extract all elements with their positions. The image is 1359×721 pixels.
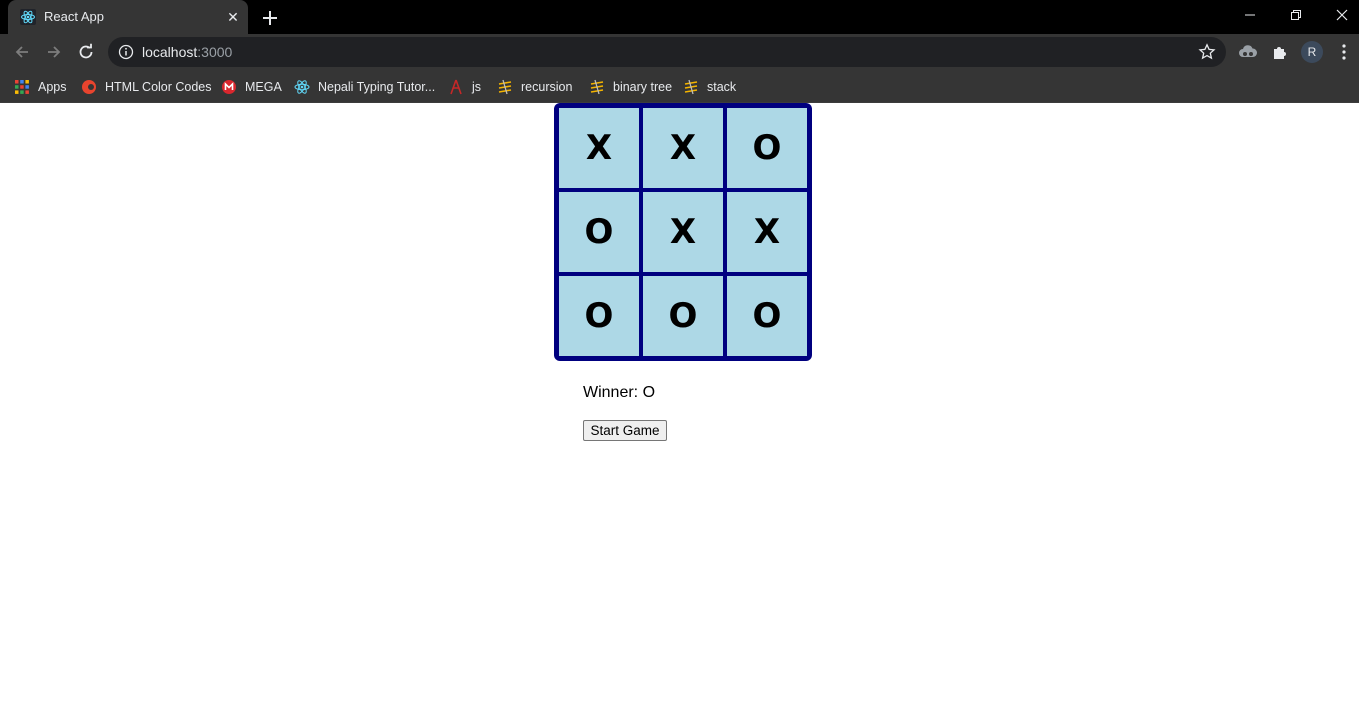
- url-host: localhost: [142, 44, 198, 60]
- address-bar[interactable]: localhost:3000: [108, 37, 1226, 67]
- board-cell-6[interactable]: X: [727, 192, 807, 272]
- bookmark-html-color-codes[interactable]: HTML Color Codes: [81, 76, 212, 98]
- bookmark-label: stack: [707, 80, 737, 94]
- html-color-codes-icon: [82, 80, 96, 94]
- browser-toolbar: localhost:3000 R: [0, 34, 1359, 70]
- board-cell-8[interactable]: O: [643, 276, 723, 356]
- minimize-window-button[interactable]: [1227, 0, 1273, 30]
- bookmark-label: Nepali Typing Tutor...: [318, 80, 436, 94]
- bookmark-binary-tree[interactable]: binary tree: [589, 76, 672, 98]
- board-cell-9[interactable]: O: [727, 276, 807, 356]
- board-cell-5[interactable]: X: [643, 192, 723, 272]
- game-status: Winner: O: [583, 384, 656, 401]
- bookmark-apps[interactable]: Apps: [14, 76, 67, 98]
- close-icon: [1336, 9, 1348, 21]
- bookmark-mega[interactable]: MEGA: [221, 76, 282, 98]
- board-cell-2[interactable]: X: [643, 108, 723, 188]
- profile-avatar[interactable]: R: [1301, 41, 1323, 63]
- bookmark-label: recursion: [521, 80, 573, 94]
- reload-button[interactable]: [74, 40, 98, 64]
- minimize-icon: [1245, 14, 1255, 16]
- arrow-right-icon: [48, 46, 61, 58]
- bookmark-site-icon: [684, 79, 698, 95]
- reload-icon: [79, 43, 93, 59]
- forward-button[interactable]: [42, 40, 66, 64]
- close-window-button[interactable]: [1319, 0, 1359, 30]
- js-icon: [450, 79, 462, 95]
- tab-title: React App: [44, 9, 104, 24]
- back-button[interactable]: [10, 40, 34, 64]
- bookmark-label: js: [472, 80, 482, 94]
- bookmark-site-icon: [590, 79, 604, 95]
- page-content: X X O O X X O O O Winner: O Start Game: [0, 103, 1359, 721]
- close-tab-icon[interactable]: ✕: [225, 9, 241, 25]
- game-board: X X O O X X O O O: [554, 103, 812, 361]
- board-cell-7[interactable]: O: [559, 276, 639, 356]
- bookmark-js[interactable]: js: [448, 76, 481, 98]
- restore-icon: [1291, 10, 1301, 20]
- new-tab-icon[interactable]: [259, 7, 281, 29]
- board-cell-3[interactable]: O: [727, 108, 807, 188]
- bookmark-nepali-typing-tutor[interactable]: Nepali Typing Tutor...: [294, 76, 435, 98]
- arrow-left-icon: [15, 46, 28, 58]
- bookmarks-bar: Apps HTML Color Codes MEGA Nepali Typing…: [0, 70, 1359, 103]
- extension-cloud-icon[interactable]: [1238, 42, 1258, 62]
- bookmark-stack[interactable]: stack: [683, 76, 736, 98]
- react-logo-icon: [20, 9, 36, 25]
- info-icon[interactable]: [118, 44, 134, 60]
- bookmark-site-icon: [498, 79, 512, 95]
- menu-kebab-icon[interactable]: [1334, 42, 1354, 62]
- tab-strip: React App ✕: [0, 0, 1359, 34]
- url-text[interactable]: localhost:3000: [142, 44, 232, 60]
- url-port: :3000: [197, 44, 233, 60]
- board-cell-4[interactable]: O: [559, 192, 639, 272]
- mega-icon: [222, 80, 236, 94]
- bookmark-label: HTML Color Codes: [105, 80, 212, 94]
- extensions-puzzle-icon[interactable]: [1270, 42, 1290, 62]
- board-cell-1[interactable]: X: [559, 108, 639, 188]
- bookmark-star-icon[interactable]: [1198, 43, 1216, 61]
- bookmark-label: MEGA: [245, 80, 282, 94]
- restore-window-button[interactable]: [1273, 0, 1319, 30]
- tab-react-app[interactable]: React App ✕: [8, 0, 248, 34]
- bookmark-label: Apps: [38, 80, 67, 94]
- start-game-button[interactable]: Start Game: [583, 420, 667, 441]
- react-logo-icon: [294, 80, 310, 94]
- apps-grid-icon: [15, 80, 29, 94]
- bookmark-label: binary tree: [613, 80, 673, 94]
- bookmark-recursion[interactable]: recursion: [497, 76, 572, 98]
